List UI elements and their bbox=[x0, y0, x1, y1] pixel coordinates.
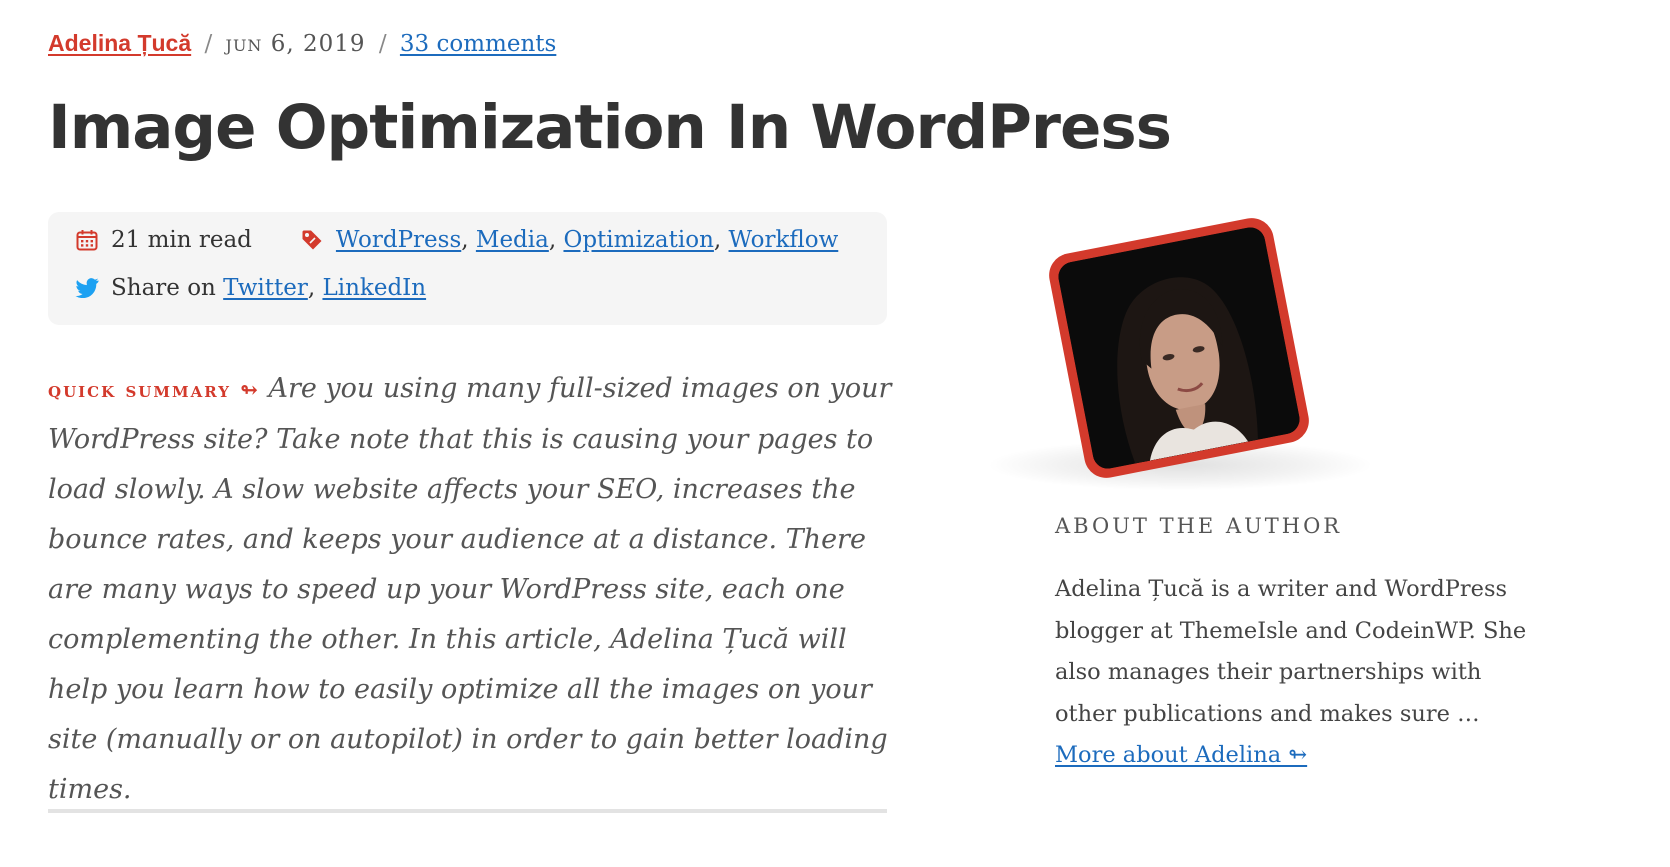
meta-row-info: 21 min read WordPress, Media, Optimizati… bbox=[75, 227, 838, 253]
publish-date-month: Jun bbox=[225, 31, 263, 57]
author-bio-text: Adelina Țucă is a writer and WordPress b… bbox=[1055, 576, 1527, 727]
byline-separator: / bbox=[378, 31, 387, 57]
tag-separator: , bbox=[713, 227, 722, 253]
about-author-label-text: About The Author bbox=[1055, 514, 1343, 538]
content-divider bbox=[48, 809, 887, 813]
tag-link-workflow[interactable]: Workflow bbox=[729, 227, 839, 253]
author-link[interactable]: Adelina Țucă bbox=[48, 30, 191, 56]
article-title: Image Optimization In WordPress bbox=[48, 92, 1172, 163]
tag-separator: , bbox=[548, 227, 557, 253]
article-byline: Adelina Țucă / Jun 6, 2019 / 33 comments bbox=[48, 30, 556, 57]
article-meta-box: 21 min read WordPress, Media, Optimizati… bbox=[48, 212, 887, 325]
author-bio: Adelina Țucă is a writer and WordPress b… bbox=[1055, 569, 1545, 777]
publish-date: Jun 6, 2019 bbox=[226, 31, 366, 57]
quick-summary-label: Quick summary ↬ bbox=[48, 377, 260, 402]
summary-arrow-icon: ↬ bbox=[240, 377, 260, 402]
tag-list: WordPress, Media, Optimization, Workflow bbox=[300, 227, 838, 253]
byline-separator: / bbox=[204, 31, 213, 57]
read-time: 21 min read bbox=[111, 227, 252, 253]
tag-icon bbox=[300, 228, 324, 252]
share-separator: , bbox=[307, 275, 316, 301]
comments-link[interactable]: 33 comments bbox=[400, 31, 556, 57]
quick-summary-text: Are you using many full-sized images on … bbox=[48, 373, 892, 805]
tag-link-media[interactable]: Media bbox=[476, 227, 549, 253]
author-avatar[interactable] bbox=[1045, 214, 1313, 482]
calendar-icon bbox=[75, 228, 99, 252]
about-author-label: About The Author bbox=[1055, 514, 1342, 538]
publish-date-day-year: 6, 2019 bbox=[270, 31, 366, 57]
quick-summary: Quick summary ↬ Are you using many full-… bbox=[48, 364, 893, 815]
more-about-author-link[interactable]: More about Adelina ↬ bbox=[1055, 742, 1307, 768]
share-linkedin-link[interactable]: LinkedIn bbox=[322, 275, 426, 301]
author-photo bbox=[1055, 224, 1303, 472]
quick-summary-label-text: Quick summary bbox=[48, 377, 231, 402]
tag-link-wordpress[interactable]: WordPress bbox=[336, 227, 461, 253]
meta-row-share: Share on Twitter, LinkedIn bbox=[75, 275, 426, 301]
share-label: Share on bbox=[111, 275, 216, 301]
share-twitter-link[interactable]: Twitter bbox=[223, 275, 308, 301]
twitter-icon bbox=[75, 276, 99, 300]
tag-link-optimization[interactable]: Optimization bbox=[563, 227, 713, 253]
tag-separator: , bbox=[461, 227, 469, 253]
